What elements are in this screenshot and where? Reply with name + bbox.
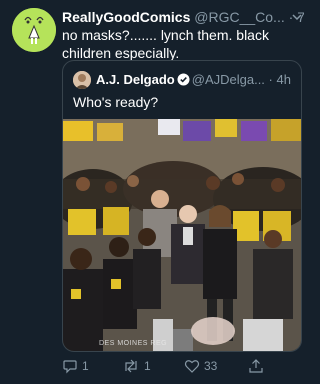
like-count: 33: [204, 359, 218, 373]
retweet-icon: [122, 358, 140, 374]
quoted-header: A.J. Delgado @AJDelga... · 4h: [96, 71, 296, 89]
video-watermark: DES MOINES REG: [99, 340, 168, 347]
retweet-button[interactable]: 1: [122, 358, 151, 374]
quoted-tweet[interactable]: A.J. Delgado @AJDelga... · 4h Who's ready…: [62, 60, 302, 352]
share-button[interactable]: [248, 358, 264, 374]
reply-icon: [62, 358, 78, 374]
quoted-timestamp[interactable]: 4h: [277, 72, 291, 87]
tweet-actions: 1 1 33: [62, 358, 302, 378]
verified-badge-icon: [177, 73, 190, 86]
tweet-text: no masks?....... lynch them. black child…: [62, 27, 269, 61]
tweet-header: ReallyGoodComics @RGC__Co... · 7m: [62, 8, 304, 26]
quoted-handle[interactable]: @AJDelga...: [192, 72, 265, 87]
video-thumbnail[interactable]: DES MOINES REG: [63, 119, 301, 351]
chevron-down-icon[interactable]: [290, 10, 304, 26]
share-icon: [248, 358, 264, 374]
reply-count: 1: [82, 359, 89, 373]
quoted-avatar[interactable]: [73, 71, 91, 89]
user-avatar[interactable]: [12, 8, 56, 52]
handle[interactable]: @RGC__Co...: [194, 9, 284, 25]
like-button[interactable]: 33: [184, 358, 217, 374]
retweet-count: 1: [144, 359, 151, 373]
quoted-separator: ·: [268, 72, 273, 87]
quoted-display-name[interactable]: A.J. Delgado: [96, 72, 175, 87]
reply-button[interactable]: 1: [62, 358, 89, 374]
like-icon: [184, 358, 200, 374]
quoted-text: Who's ready?: [73, 94, 159, 110]
display-name[interactable]: ReallyGoodComics: [62, 9, 190, 25]
